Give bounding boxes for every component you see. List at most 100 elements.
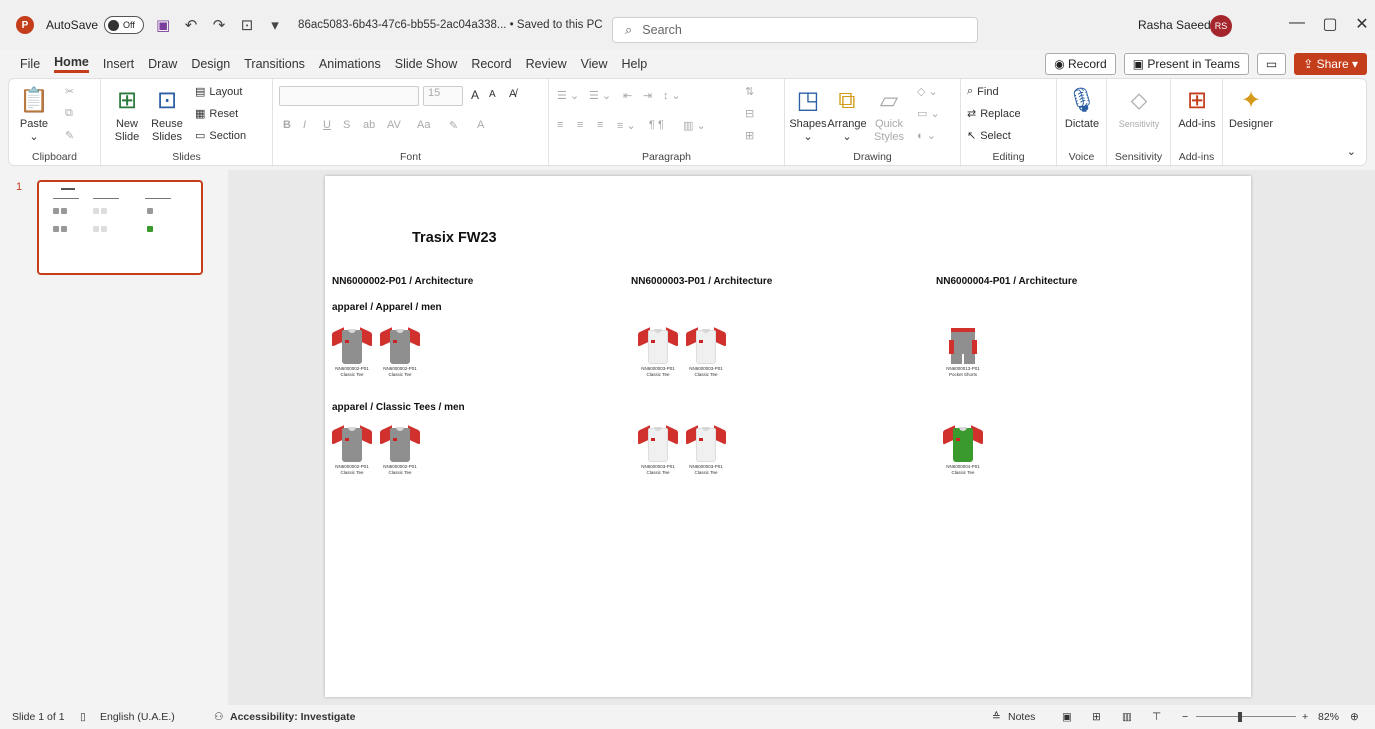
tab-transitions[interactable]: Transitions [244,57,305,71]
product-card[interactable]: NN6000002-P01 Classic Tee [328,424,376,476]
redo-icon[interactable]: ↷ [210,16,228,34]
new-slide-button[interactable]: ⊞ New Slide [109,85,145,144]
zoom-out-icon[interactable]: − [1182,711,1188,723]
language-indicator[interactable]: English (U.A.E.) [100,711,175,723]
product-card[interactable]: NN6000003-P01 Classic Tee [682,424,730,476]
share-button[interactable]: ⇪ Share ▾ [1294,53,1367,75]
user-name[interactable]: Rasha Saeed [1138,18,1211,32]
tab-review[interactable]: Review [526,57,567,71]
sensitivity-button[interactable]: ⬦ Sensitivity [1111,85,1167,131]
reuse-slides-button[interactable]: ⊡ Reuse Slides [149,85,185,144]
designer-button[interactable]: ✦ Designer [1227,85,1275,131]
tab-animations[interactable]: Animations [319,57,381,71]
tab-draw[interactable]: Draw [148,57,177,71]
save-icon[interactable]: ▣ [154,16,172,34]
decrease-font-size-icon[interactable]: A [489,89,496,100]
zoom-slider[interactable] [1196,716,1296,717]
zoom-level[interactable]: 82% [1318,711,1339,723]
collapse-ribbon-icon[interactable]: ⌄ [1347,145,1356,158]
tab-view[interactable]: View [581,57,608,71]
tab-file[interactable]: File [20,57,40,71]
cut-icon[interactable]: ✂ [65,85,74,98]
layout-button[interactable]: ▤ Layout [195,85,242,99]
section-heading[interactable]: apparel / Classic Tees / men [332,402,465,413]
tab-insert[interactable]: Insert [103,57,134,71]
comments-button[interactable]: ▭ [1256,53,1287,75]
font-color-icon[interactable]: A [477,119,484,131]
bullets-icon[interactable]: ☰ ⌄ [557,89,579,102]
tab-slide-show[interactable]: Slide Show [395,57,458,71]
product-card[interactable]: NN6000003-P01 Classic Tee [634,326,682,378]
tab-home[interactable]: Home [54,55,89,73]
underline-icon[interactable]: U [323,119,331,131]
shape-fill-icon[interactable]: ◇ ⌄ [917,85,938,98]
reset-button[interactable]: ▦ Reset [195,107,238,121]
autosave-toggle[interactable]: Off [104,16,145,34]
tab-help[interactable]: Help [621,57,647,71]
strikethrough-icon[interactable]: ab [363,119,375,131]
product-card[interactable]: NN6000002-P01 Classic Tee [376,326,424,378]
product-card[interactable]: NN6000002-P01 Classic Tee [328,326,376,378]
slide-sorter-icon[interactable]: ⊞ [1092,711,1101,723]
column-heading[interactable]: NN6000004-P01 / Architecture [936,276,1077,287]
align-text-icon[interactable]: ⊟ [745,107,754,120]
slide[interactable]: Trasix FW23 NN6000002-P01 / Architecture… [325,176,1251,697]
product-card[interactable]: NN6000013-P01 Pocket Shorts [939,326,987,378]
search-box[interactable]: ⌕ Search [612,17,978,43]
record-button[interactable]: ◉ Record [1045,53,1116,75]
smartart-icon[interactable]: ⊞ [745,129,754,142]
present-in-teams-button[interactable]: ▣ Present in Teams [1123,53,1249,75]
section-heading[interactable]: apparel / Apparel / men [332,302,442,313]
format-painter-icon[interactable]: ✎ [65,129,74,142]
normal-view-icon[interactable]: ▣ [1062,711,1072,723]
find-button[interactable]: ⌕ Find [967,85,999,98]
product-card[interactable]: NN6000003-P01 Classic Tee [682,326,730,378]
spelling-icon[interactable]: ▯ [80,711,86,723]
quick-styles-button[interactable]: ▱ Quick Styles [871,85,907,144]
reading-view-icon[interactable]: ▥ [1122,711,1132,723]
fit-to-window-icon[interactable]: ⊕ [1350,711,1359,723]
select-button[interactable]: ↖ Select [967,129,1011,143]
addins-button[interactable]: ⊞ Add-ins [1175,85,1219,131]
copy-icon[interactable]: ⧉ [65,107,73,120]
zoom-slider-thumb[interactable] [1238,712,1242,722]
numbering-icon[interactable]: ☰ ⌄ [589,89,611,102]
justify-icon[interactable]: ≡ ⌄ [617,119,636,132]
notes-button[interactable]: Notes [1008,711,1035,723]
restore-icon[interactable]: ▢ [1318,14,1342,38]
undo-icon[interactable]: ↶ [182,16,200,34]
clear-formatting-icon[interactable]: A̸ [509,88,516,100]
document-filename[interactable]: 86ac5083-6b43-47c6-bb55-2ac04a338... • S… [298,19,603,31]
product-card[interactable]: NN6000004-P01 Classic Tee [939,424,987,476]
zoom-in-icon[interactable]: + [1302,711,1308,723]
font-name-field[interactable] [279,86,419,106]
font-size-field[interactable]: 15 [423,86,463,106]
bold-icon[interactable]: B [283,119,291,131]
tab-record[interactable]: Record [471,57,511,71]
replace-button[interactable]: ⇄ Replace [967,107,1021,121]
product-card[interactable]: NN6000002-P01 Classic Tee [376,424,424,476]
accessibility-status[interactable]: Accessibility: Investigate [230,711,355,723]
customize-quick-access-icon[interactable]: ▾ [266,16,284,34]
highlight-icon[interactable]: ✎ [449,119,458,132]
shadow-icon[interactable]: S [343,119,350,131]
column-heading[interactable]: NN6000003-P01 / Architecture [631,276,772,287]
product-card[interactable]: NN6000003-P01 Classic Tee [634,424,682,476]
minimize-icon[interactable]: — [1285,14,1309,38]
decrease-indent-icon[interactable]: ⇤ [623,89,632,102]
character-spacing-icon[interactable]: AV [387,119,401,131]
shape-outline-icon[interactable]: ▭ ⌄ [917,107,940,120]
tab-design[interactable]: Design [191,57,230,71]
present-from-start-icon[interactable]: ⊡ [238,16,256,34]
column-heading[interactable]: NN6000002-P01 / Architecture [332,276,473,287]
align-center-icon[interactable]: ≡ [577,119,583,131]
slide-title[interactable]: Trasix FW23 [412,230,497,246]
italic-icon[interactable]: I [303,119,306,131]
arrange-button[interactable]: ⧉ Arrange ⌄ [825,85,869,144]
align-right-icon[interactable]: ≡ [597,119,603,131]
align-left-icon[interactable]: ≡ [557,119,563,131]
dictate-button[interactable]: 🎙 Dictate [1061,85,1103,131]
avatar[interactable]: RS [1210,15,1232,37]
close-icon[interactable]: ✕ [1350,14,1374,38]
increase-indent-icon[interactable]: ⇥ [643,89,652,102]
